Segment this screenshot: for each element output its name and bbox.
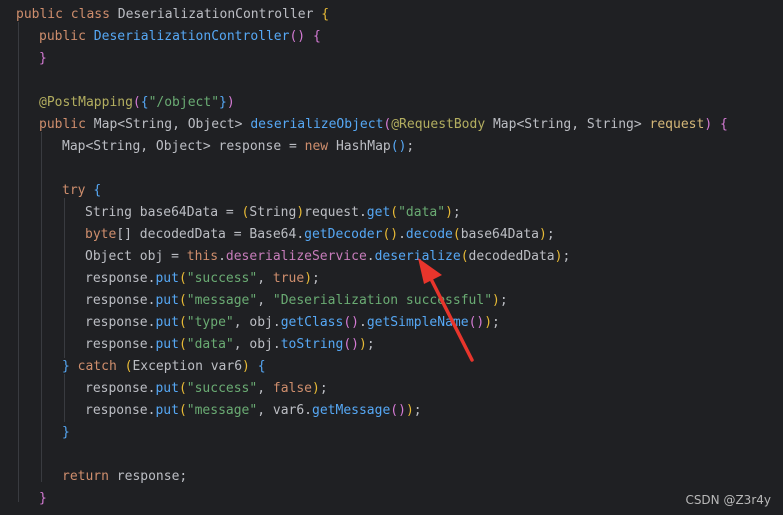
annotation-arrow [418,258,474,362]
arrow-head [418,258,442,284]
arrow-shaft [428,275,474,362]
watermark: CSDN @Z3r4y [685,493,771,507]
